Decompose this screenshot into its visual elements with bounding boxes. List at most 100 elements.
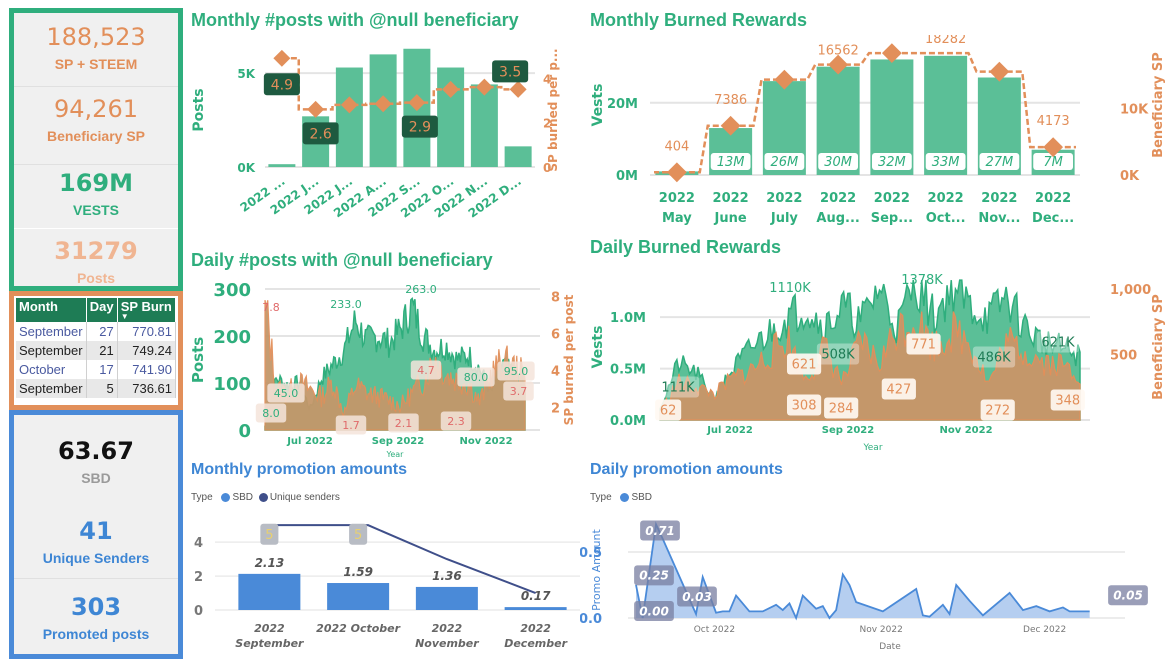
- data-label-beneficiary-sp: 427: [886, 383, 911, 398]
- data-label-sp-per-post: 3.5: [499, 64, 521, 80]
- kpi-vests: 169M VESTS: [14, 169, 178, 229]
- cell-month: September: [16, 322, 87, 341]
- legend-marker-unique-senders: [258, 492, 268, 502]
- x-axis-title: Year: [386, 450, 405, 459]
- legend-monthly-promo: Type SBD Unique senders: [191, 492, 340, 503]
- x-tick-label: Oct 2022: [694, 625, 735, 635]
- data-label-posts: 263.0: [405, 283, 437, 296]
- kpi-label: VESTS: [73, 202, 119, 218]
- bar-label-vests: 30M: [824, 155, 852, 170]
- data-label-sbd: 0.17: [521, 589, 551, 603]
- cell-sp-burn: 770.81: [117, 322, 177, 341]
- y2-tick-label: 10K: [1120, 102, 1149, 117]
- monthly-promo-chart: 0 2 4 2.13 2022 September 1.59 2022 October 1.36…: [194, 523, 580, 650]
- monthly-burned-chart: 0M 20M 0K 10K Vests Beneficiary SP 2022 May 13M 2…: [590, 35, 1166, 226]
- y2-axis-title: Beneficiary SP: [1151, 294, 1166, 400]
- data-label-beneficiary-sp: 272: [985, 404, 1010, 419]
- kpi-sp-steem: 188,523 SP + STEEM: [14, 23, 178, 87]
- bar-label-vests: 32M: [878, 155, 906, 170]
- data-label-vests: 486K: [977, 351, 1011, 366]
- data-label-posts: 45.0: [274, 387, 299, 400]
- beneficiary-sp-marker: [666, 162, 687, 183]
- table-row[interactable]: September 5 736.61: [16, 379, 177, 398]
- bar-label-vests: 7M: [1043, 155, 1063, 170]
- chart-title-monthly-burned: Monthly Burned Rewards: [590, 10, 808, 30]
- daily-promo-chart: 0.00.5Promo AmountOct 2022 Nov 2022 Dec 20…: [580, 520, 1148, 652]
- data-label-beneficiary-sp: 284: [829, 402, 854, 417]
- x-axis-title: Date: [879, 642, 901, 652]
- cell-month: September: [16, 341, 87, 360]
- x-tick-label: Oct...: [926, 211, 966, 226]
- x-tick-label: 2022: [254, 622, 285, 635]
- legend-item-sbd[interactable]: SBD: [232, 492, 253, 503]
- kpi-value: 31279: [54, 237, 138, 265]
- legend-item-sbd[interactable]: SBD: [631, 492, 652, 503]
- kpi-unique-senders: 41 Unique Senders: [14, 517, 178, 579]
- column-header-day[interactable]: Day: [86, 298, 118, 322]
- x-tick-label: 2022: [928, 191, 964, 206]
- sp-per-post-marker: [307, 100, 325, 118]
- y-tick-label: 2: [194, 570, 203, 585]
- data-label-sp-per-post: 4.7: [417, 364, 435, 377]
- data-label-beneficiary-sp: 7386: [714, 93, 747, 108]
- y-tick-label: 0.5M: [610, 363, 646, 378]
- kpi-label: SP + STEEM: [54, 56, 138, 72]
- y-tick-label: 4: [194, 536, 203, 551]
- y-axis-title: Vests: [590, 84, 606, 127]
- bar-label-vests: 33M: [932, 155, 960, 170]
- x-tick-label: 2022: [766, 191, 802, 206]
- table-row[interactable]: October 17 741.90: [16, 360, 177, 379]
- data-label-vests: 621K: [1041, 336, 1075, 351]
- data-label-promo: 0.25: [639, 569, 669, 583]
- legend-title: Type: [590, 492, 612, 503]
- data-label-sp-per-post: 2.3: [447, 415, 465, 428]
- column-header-sp-burn[interactable]: SP Burn ▼: [117, 298, 177, 322]
- x-tick-label: Nov 2022: [860, 625, 903, 635]
- table-row[interactable]: September 27 770.81: [16, 322, 177, 341]
- data-label-posts: 95.0: [504, 365, 529, 378]
- y-tick-label: 20M: [607, 97, 638, 112]
- x-tick-label: 2022: [713, 191, 749, 206]
- data-label-vests: 1378K: [901, 273, 943, 288]
- bar-label-vests: 27M: [985, 155, 1013, 170]
- kpi-label: SBD: [81, 470, 111, 486]
- x-tick-label: Nov...: [978, 211, 1020, 226]
- daily-posts-chart: 0 100 200 300 2 4 6 8 Posts SP burned per post Jul…: [189, 280, 576, 459]
- chart-title-daily-posts: Daily #posts with @null beneficiary: [191, 250, 493, 270]
- x-tick-label: September: [235, 637, 304, 650]
- y-tick-label: 0K: [237, 161, 255, 175]
- data-label-posts: 233.0: [330, 298, 362, 311]
- kpi-sbd: 63.67 SBD: [14, 437, 178, 497]
- table-row[interactable]: September 21 749.24: [16, 341, 177, 360]
- legend-item-unique-senders[interactable]: Unique senders: [270, 492, 340, 503]
- data-label-sp-per-post: 4.9: [271, 77, 293, 93]
- kpi-promoted-posts: 303 Promoted posts: [14, 593, 178, 653]
- x-tick-label: July: [770, 211, 799, 226]
- data-label-unique-senders: 5: [265, 528, 273, 543]
- legend-title: Type: [191, 492, 213, 503]
- y-tick-label: 100: [213, 374, 251, 395]
- sort-desc-icon[interactable]: ▼: [121, 313, 172, 321]
- x-tick-label: 2022: [981, 191, 1017, 206]
- column-header-month[interactable]: Month: [16, 298, 87, 322]
- y-tick-label: 0.0: [580, 612, 602, 627]
- y2-tick-label: 8: [551, 290, 560, 305]
- unique-senders-line: [269, 524, 536, 594]
- y2-tick-label: 500: [1110, 349, 1137, 364]
- cell-day: 17: [86, 360, 118, 379]
- data-label-promo: 0.05: [1113, 589, 1143, 603]
- bar-posts: [470, 84, 498, 167]
- kpi-value: 63.67: [58, 437, 134, 465]
- y-tick-label: 0: [238, 421, 251, 442]
- y-tick-label: 200: [213, 327, 251, 348]
- data-label-beneficiary-sp: 404: [664, 139, 689, 154]
- kpi-beneficiary-sp: 94,261 Beneficiary SP: [14, 95, 178, 165]
- kpi-value: 188,523: [46, 23, 146, 51]
- kpi-card-promo: 63.67 SBD 41 Unique Senders 303 Promoted…: [9, 410, 183, 659]
- data-label-promo: 0.03: [682, 590, 712, 604]
- x-tick-label: Dec...: [1032, 211, 1074, 226]
- x-tick-label: Jul 2022: [706, 425, 753, 436]
- data-label-beneficiary-sp: 62: [660, 404, 677, 419]
- x-tick-label: Sep 2022: [372, 436, 424, 447]
- sp-per-post-marker: [509, 80, 527, 98]
